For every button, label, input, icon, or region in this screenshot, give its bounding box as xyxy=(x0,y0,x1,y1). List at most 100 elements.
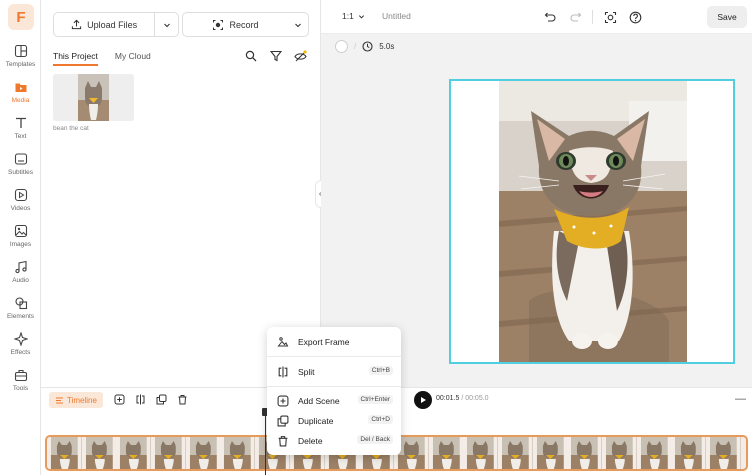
total-time: / 00:05.0 xyxy=(461,395,489,402)
search-button[interactable] xyxy=(244,49,258,63)
menu-item-delete[interactable]: Delete Del / Back xyxy=(267,431,401,451)
add-square-icon xyxy=(276,394,290,408)
record-icon xyxy=(213,19,224,30)
timeline-tab[interactable]: Timeline xyxy=(49,392,103,408)
eye-off-icon xyxy=(293,49,307,61)
search-icon xyxy=(245,50,257,62)
rail-item-media[interactable]: Media xyxy=(0,78,41,112)
clip-frame-thumbnail xyxy=(497,437,533,469)
save-button[interactable]: Save xyxy=(707,6,747,28)
redo-button[interactable] xyxy=(569,10,583,24)
trash-icon xyxy=(276,434,290,448)
context-menu: Export Frame Split Ctrl+B Add Scene Ctrl… xyxy=(267,327,401,455)
menu-item-export-frame[interactable]: Export Frame xyxy=(267,332,401,352)
split-button[interactable] xyxy=(134,393,147,406)
notification-dot-icon xyxy=(302,49,307,54)
chevron-down-icon xyxy=(163,23,170,27)
record-options-dropdown[interactable] xyxy=(288,21,308,29)
clip-frame-thumbnail xyxy=(428,437,464,469)
tab-this-project[interactable]: This Project xyxy=(53,51,98,66)
rail-item-elements[interactable]: Elements xyxy=(0,294,41,328)
rail-label: Media xyxy=(11,97,30,104)
subtitles-icon xyxy=(14,153,27,165)
video-canvas[interactable] xyxy=(449,79,735,364)
rail-label: Templates xyxy=(5,61,36,68)
record-button-group: Record xyxy=(182,12,309,37)
chevron-down-icon xyxy=(295,23,301,27)
rail-item-tools[interactable]: Tools xyxy=(0,366,41,400)
menu-divider xyxy=(267,356,401,357)
audio-icon xyxy=(14,260,27,274)
clip-frame-thumbnail xyxy=(116,437,152,469)
menu-item-split[interactable]: Split Ctrl+B xyxy=(267,362,401,382)
rail-item-text[interactable]: Text xyxy=(0,114,41,148)
menu-label: Delete xyxy=(298,436,323,446)
upload-options-dropdown[interactable] xyxy=(155,21,178,29)
clip-frame-thumbnail xyxy=(151,437,186,469)
scene-duration[interactable]: 5.0s xyxy=(379,42,394,51)
tools-icon xyxy=(14,369,27,382)
clock-icon xyxy=(362,41,373,52)
play-button[interactable] xyxy=(414,391,432,409)
rail-item-templates[interactable]: Templates xyxy=(0,42,41,76)
tab-my-cloud[interactable]: My Cloud xyxy=(115,51,151,66)
videos-icon xyxy=(14,188,27,202)
rail-label: Elements xyxy=(6,313,35,320)
media-thumbnail[interactable] xyxy=(53,74,134,121)
scenebar-divider: / xyxy=(354,42,357,51)
playback-time: 00:01.5 / 00:05.0 xyxy=(436,395,489,402)
duplicate-button[interactable] xyxy=(155,393,168,406)
split-icon xyxy=(136,394,145,405)
left-rail: F Templates Media Text Subtitles Videos … xyxy=(0,0,41,475)
rail-label: Text xyxy=(14,133,27,140)
undo-icon xyxy=(544,12,556,22)
filter-button[interactable] xyxy=(269,49,283,63)
clip-frame-thumbnail xyxy=(220,437,256,469)
project-title[interactable]: Untitled xyxy=(382,11,411,21)
screenshot-button[interactable] xyxy=(603,10,617,24)
current-time: 00:01.5 xyxy=(436,395,460,402)
capture-icon xyxy=(604,11,616,23)
rail-label: Images xyxy=(9,241,32,248)
shortcut-badge: Ctrl+Enter xyxy=(357,395,393,404)
rail-item-subtitles[interactable]: Subtitles xyxy=(0,150,41,184)
rail-item-audio[interactable]: Audio xyxy=(0,258,41,292)
add-square-icon xyxy=(114,394,125,405)
filter-icon xyxy=(270,50,282,62)
clip-frame-thumbnail xyxy=(602,437,637,469)
aspect-ratio-value: 1:1 xyxy=(342,11,354,21)
rail-item-videos[interactable]: Videos xyxy=(0,186,41,220)
background-color-swatch[interactable] xyxy=(335,40,348,53)
split-icon xyxy=(276,365,290,379)
upload-icon xyxy=(71,19,82,30)
undo-button[interactable] xyxy=(543,10,557,24)
help-button[interactable] xyxy=(628,10,642,24)
chevron-down-icon xyxy=(358,14,364,18)
delete-button[interactable] xyxy=(176,393,189,406)
record-button[interactable]: Record xyxy=(183,19,288,31)
rail-item-images[interactable]: Images xyxy=(0,222,41,256)
logo-letter: F xyxy=(16,8,26,26)
text-icon xyxy=(15,117,26,128)
upload-files-button-group: Upload Files xyxy=(53,12,179,37)
menu-label: Duplicate xyxy=(298,416,334,426)
trash-icon xyxy=(178,395,187,405)
hide-used-button[interactable] xyxy=(293,49,307,63)
shortcut-badge: Del / Back xyxy=(357,435,393,444)
export-frame-icon xyxy=(276,335,290,349)
aspect-ratio-dropdown[interactable]: 1:1 xyxy=(342,11,365,21)
menu-item-add-scene[interactable]: Add Scene Ctrl+Enter xyxy=(267,391,401,411)
toolbar-divider xyxy=(592,10,593,24)
app-logo[interactable]: F xyxy=(8,4,34,30)
add-scene-button[interactable] xyxy=(113,393,126,406)
menu-label: Add Scene xyxy=(298,396,340,406)
media-icon xyxy=(15,83,26,92)
collapse-timeline-button[interactable]: — xyxy=(735,393,746,405)
shortcut-badge: Ctrl+B xyxy=(368,366,393,375)
upload-files-button[interactable]: Upload Files xyxy=(54,13,156,36)
clip-frame-thumbnail xyxy=(706,437,741,469)
rail-item-effects[interactable]: Effects xyxy=(0,330,41,364)
menu-item-duplicate[interactable]: Duplicate Ctrl+D xyxy=(267,411,401,431)
playhead[interactable] xyxy=(265,411,266,475)
cat-photo[interactable] xyxy=(499,81,687,362)
